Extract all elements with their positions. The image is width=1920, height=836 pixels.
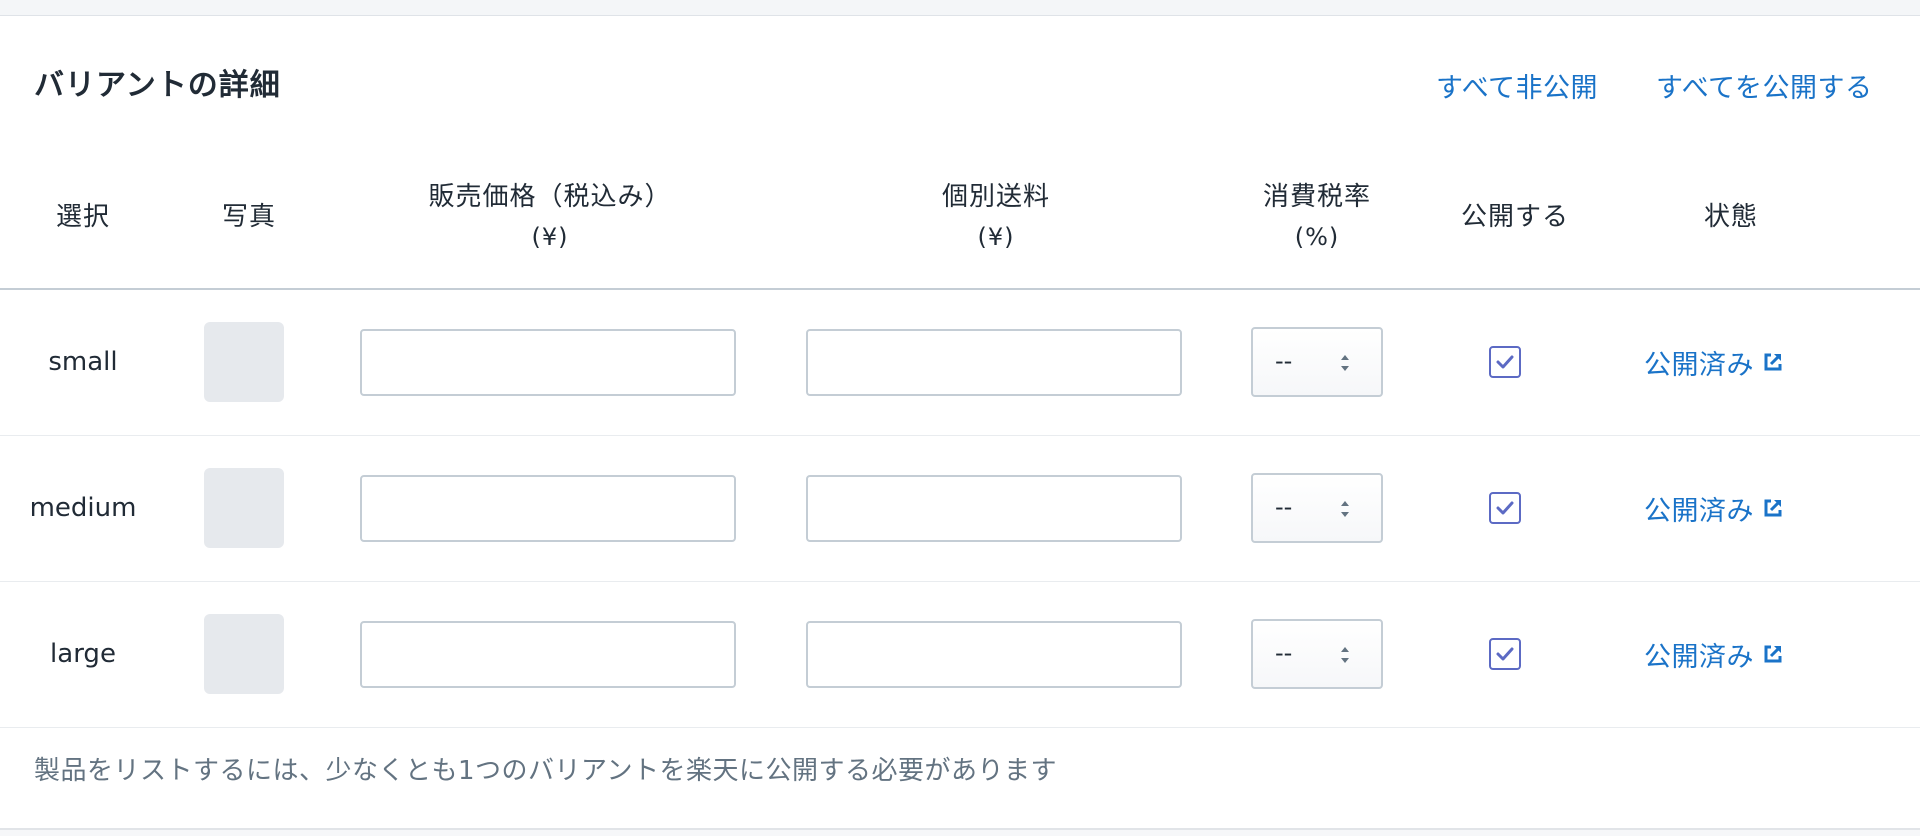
column-header-photo: 写真	[166, 146, 332, 288]
shipping-input[interactable]	[806, 474, 1182, 542]
variant-name: small	[48, 347, 118, 377]
tax-rate-select[interactable]: --	[1251, 327, 1383, 397]
tax-rate-select[interactable]: --	[1251, 473, 1383, 543]
publish-checkbox[interactable]	[1489, 638, 1521, 670]
column-header-tax-label: 消費税率	[1262, 182, 1371, 212]
table-header: 選択 写真 販売価格（税込み） (¥) 個別送料 (¥) 消費税率 (%) 公開…	[0, 146, 1920, 290]
column-header-publish-label: 公開する	[1460, 202, 1569, 232]
photo-placeholder[interactable]	[204, 322, 284, 402]
column-header-select: 選択	[0, 146, 166, 288]
publish-checkbox[interactable]	[1489, 492, 1521, 524]
column-header-status-label: 状態	[1703, 202, 1758, 232]
column-header-price-unit: (¥)	[531, 223, 569, 251]
column-header-shipping-label: 個別送料	[941, 182, 1050, 212]
column-header-status: 状態	[1636, 146, 1826, 288]
column-header-price-label: 販売価格（税込み）	[428, 182, 672, 212]
status-link-label: 公開済み	[1644, 349, 1754, 381]
card-header: バリアントの詳細 すべて非公開 すべてを公開する	[0, 16, 1920, 146]
card-title: バリアントの詳細	[34, 68, 281, 103]
unpublish-all-link[interactable]: すべて非公開	[1436, 66, 1598, 105]
publish-requirement-note: 製品をリストするには、少なくとも1つのバリアントを楽天に公開する必要があります	[34, 756, 1058, 786]
photo-placeholder[interactable]	[204, 614, 284, 694]
photo-placeholder[interactable]	[204, 468, 284, 548]
chevron-up-down-icon	[1341, 501, 1349, 517]
checkmark-icon	[1496, 647, 1514, 661]
shipping-input[interactable]	[806, 620, 1182, 688]
tax-rate-value: --	[1275, 639, 1293, 667]
column-header-tax-unit: (%)	[1294, 223, 1340, 251]
checkmark-icon	[1496, 355, 1514, 369]
table-row: medium -- 公開済み	[0, 435, 1920, 582]
variant-name: large	[50, 639, 116, 669]
checkmark-icon	[1496, 501, 1514, 515]
table-row: large -- 公開済み	[0, 581, 1920, 728]
status-link[interactable]: 公開済み	[1644, 489, 1784, 528]
status-link[interactable]: 公開済み	[1644, 343, 1784, 382]
shipping-input[interactable]	[806, 328, 1182, 396]
column-header-photo-label: 写真	[221, 202, 276, 232]
variant-details-card: バリアントの詳細 すべて非公開 すべてを公開する 選択 写真 販売価格（税込み）…	[0, 16, 1920, 830]
status-link-label: 公開済み	[1644, 641, 1754, 673]
status-link[interactable]: 公開済み	[1644, 635, 1784, 674]
external-link-icon	[1764, 499, 1782, 517]
column-header-shipping-unit: (¥)	[977, 223, 1015, 251]
chevron-up-down-icon	[1341, 647, 1349, 663]
tax-rate-value: --	[1275, 347, 1293, 375]
column-header-publish: 公開する	[1420, 146, 1610, 288]
publish-checkbox[interactable]	[1489, 346, 1521, 378]
price-input[interactable]	[360, 474, 736, 542]
tax-rate-select[interactable]: --	[1251, 619, 1383, 689]
table-row: small -- 公開済み	[0, 289, 1920, 436]
column-header-tax: 消費税率 (%)	[1236, 146, 1398, 288]
external-link-icon	[1764, 353, 1782, 371]
variant-name: medium	[29, 493, 137, 523]
price-input[interactable]	[360, 328, 736, 396]
top-band	[0, 0, 1920, 16]
tax-rate-value: --	[1275, 493, 1293, 521]
external-link-icon	[1764, 645, 1782, 663]
status-link-label: 公開済み	[1644, 495, 1754, 527]
chevron-up-down-icon	[1341, 355, 1349, 371]
column-header-price: 販売価格（税込み） (¥)	[340, 146, 760, 288]
price-input[interactable]	[360, 620, 736, 688]
publish-all-link[interactable]: すべてを公開する	[1656, 66, 1873, 105]
column-header-select-label: 選択	[55, 202, 110, 232]
column-header-shipping: 個別送料 (¥)	[786, 146, 1206, 288]
